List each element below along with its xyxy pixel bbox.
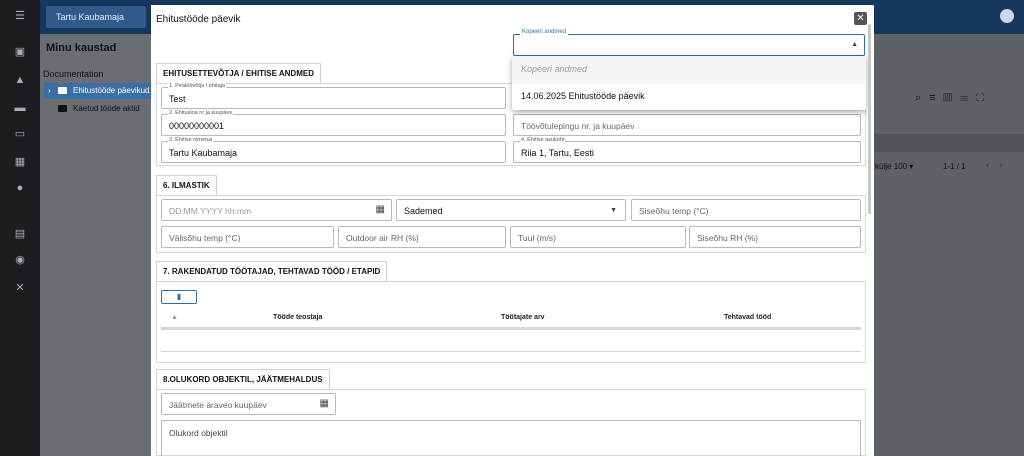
calendar-icon[interactable]: ▤ xyxy=(12,226,28,242)
outdoor-temp-field[interactable]: Välisõhu temp (°C) xyxy=(161,226,334,248)
building-name-field[interactable]: 3. Ehitise nimetus Tartu Kaubamaja xyxy=(161,137,506,163)
section-weather-tab[interactable]: 6. ILMASTIK xyxy=(156,175,217,195)
app-sidebar: ☰ ▣ ▲ ▬ ▭ ▦ ● ▤ ◉ ✕ xyxy=(0,0,40,456)
chevron-up-icon: ▲ xyxy=(851,41,858,48)
waste-date-field[interactable]: Jäätmete äraveo kuupäev ▦ xyxy=(161,393,336,415)
col-header-works[interactable]: Tehtavad tööd xyxy=(724,314,771,321)
wrench-icon[interactable]: ✕ xyxy=(12,280,28,296)
inbox-icon[interactable]: ▭ xyxy=(12,126,28,142)
indoor-temp-field[interactable]: Siseõhu temp (°C) xyxy=(631,199,861,221)
chevron-right-icon: › xyxy=(48,86,51,95)
section-site-tab[interactable]: 8.OLUKORD OBJEKTIL, JÄÄTMEHALDUS xyxy=(156,369,330,389)
add-row-button[interactable]: ▮ xyxy=(161,290,197,304)
permit-number-field[interactable]: 2. Ehitusloa nr ja kuupäev 00000000001 xyxy=(161,110,506,136)
folder-panel: Minu kaustad Documentation › Ehitustööde… xyxy=(40,34,152,456)
work-contract-field[interactable]: Töövõtulepingu nr. ja kuupäev xyxy=(513,114,861,136)
panel-section[interactable]: Documentation xyxy=(43,69,104,79)
menu-icon[interactable]: ☰ xyxy=(12,8,28,24)
modal-scrollbar[interactable] xyxy=(868,24,871,214)
folder-item-diaries[interactable]: › Ehitustööde päevikud xyxy=(44,83,152,99)
page-nav[interactable]: ‹› xyxy=(986,160,1013,171)
project-crumb[interactable]: Tartu Kaubamaja xyxy=(46,6,146,28)
precipitation-select[interactable]: Sademed ▼ xyxy=(396,199,626,221)
weather-date-field[interactable]: DD.MM.YYYY hh:mm ▦ xyxy=(161,199,392,221)
per-page[interactable]: külje 100 ▾ xyxy=(875,162,913,171)
folder-icon[interactable]: ▬ xyxy=(12,100,28,116)
folder-item-label: Ehitustööde päevikud xyxy=(73,86,150,95)
sort-up-icon[interactable]: ▲ xyxy=(171,314,178,321)
col-header-worker-count[interactable]: Töötajate arv xyxy=(501,314,545,321)
site-situation-textarea[interactable]: Olukord objektil xyxy=(161,420,861,456)
copy-data-dropdown: Kopeeri andmed 14.06.2025 Ehitustööde pä… xyxy=(512,56,866,110)
table-header-rule xyxy=(161,327,861,330)
grid-toolbar[interactable]: ⌕≡▥☰⛶ xyxy=(915,92,992,105)
calendar-icon[interactable]: ▦ xyxy=(376,204,385,215)
outdoor-rh-field[interactable]: Outdoor air RH (%) xyxy=(338,226,506,248)
dropdown-placeholder-option[interactable]: Kopeeri andmed xyxy=(512,56,866,83)
building-location-field[interactable]: 4. Ehitise asukoht Riia 1, Tartu, Eesti xyxy=(513,137,861,163)
document-plus-icon: ▮ xyxy=(176,292,182,301)
table-bottom-rule xyxy=(161,351,861,352)
indoor-rh-field[interactable]: Siseõhu RH (%) xyxy=(689,226,861,248)
col-header-executor[interactable]: Tööde teostaja xyxy=(273,314,322,321)
user-avatar-icon[interactable] xyxy=(1000,9,1014,23)
grid-area: ⌕≡▥☰⛶ külje 100 ▾ 1-1 / 1 ‹› xyxy=(873,34,1024,456)
diary-modal: Ehitustööde päevik ✕ Kopeeri andmed ▲ EH… xyxy=(151,5,874,456)
calendar-icon[interactable]: ▦ xyxy=(320,398,329,409)
folder-icon xyxy=(58,105,67,112)
tools-icon[interactable]: ▲ xyxy=(12,72,28,88)
dropdown-option[interactable]: 14.06.2025 Ehitustööde päevik xyxy=(512,83,866,110)
section-contractor-tab[interactable]: EHITUSETTEVÕTJA / EHITISE ANDMED xyxy=(156,63,321,83)
panel-title: Minu kaustad xyxy=(46,42,117,54)
contractor-field[interactable]: 1. Peatöövõtja / ehitaja Test xyxy=(161,83,506,109)
copy-data-select[interactable]: Kopeeri andmed ▲ xyxy=(513,29,865,56)
modal-title: Ehitustööde päevik xyxy=(156,14,241,25)
folder-item-acts[interactable]: Kaetud tööde aktid xyxy=(44,101,152,117)
close-icon[interactable]: ✕ xyxy=(854,12,867,25)
users-icon[interactable]: ● xyxy=(12,180,28,196)
grid-header-strip xyxy=(873,134,1024,152)
folder-icon xyxy=(58,87,67,94)
folder-item-label: Kaetud tööde aktid xyxy=(73,104,140,113)
calculator-icon[interactable]: ▦ xyxy=(12,154,28,170)
section-workers-tab[interactable]: 7. RAKENDATUD TÖÖTAJAD, TEHTAVAD TÖÖD / … xyxy=(156,261,388,281)
settings-icon[interactable]: ◉ xyxy=(12,252,28,268)
copy-data-label: Kopeeri andmed xyxy=(520,29,569,35)
dashboard-icon[interactable]: ▣ xyxy=(12,44,28,60)
wind-field[interactable]: Tuul (m/s) xyxy=(510,226,686,248)
page-range: 1-1 / 1 xyxy=(943,162,966,171)
chevron-down-icon: ▼ xyxy=(610,207,617,214)
